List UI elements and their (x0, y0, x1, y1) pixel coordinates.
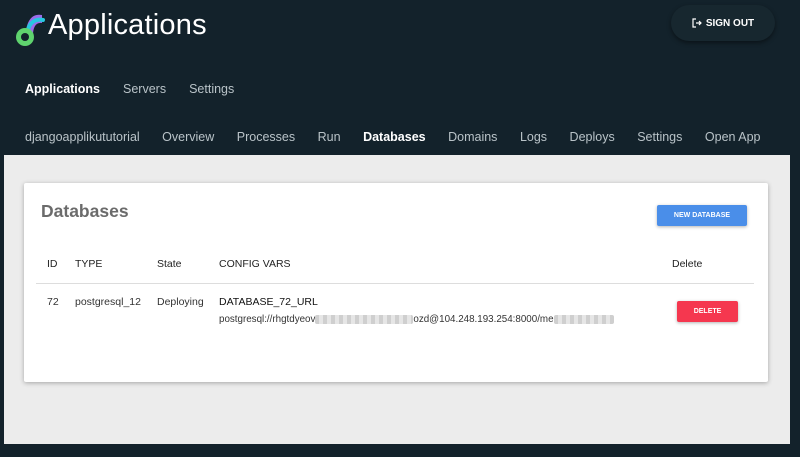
app-nav-item-domains[interactable]: Domains (448, 130, 497, 144)
cell-type: postgresql_12 (75, 296, 141, 308)
app-nav-item-open-app[interactable]: Open App (705, 130, 761, 144)
table-divider (36, 283, 754, 284)
app-nav-item-processes[interactable]: Processes (237, 130, 295, 144)
sign-out-label: SIGN OUT (705, 17, 755, 29)
column-header-delete: Delete (672, 258, 703, 270)
nav-item-applications[interactable]: Applications (25, 82, 100, 96)
page-title: Applications (48, 9, 207, 41)
databases-card: Databases NEW DATABASE ID TYPE State CON… (24, 183, 768, 382)
config-var-value-start: postgresql://rhgtdyeov (219, 314, 316, 325)
exit-icon (692, 18, 702, 28)
delete-database-button[interactable]: DELETE (677, 301, 738, 322)
sign-out-button[interactable]: SIGN OUT (671, 5, 775, 41)
app-nav-item-overview[interactable]: Overview (162, 130, 214, 144)
nav-item-settings[interactable]: Settings (189, 82, 234, 96)
app-nav-item-app-name[interactable]: djangoapplikututorial (25, 130, 140, 144)
app-nav-item-run[interactable]: Run (318, 130, 341, 144)
app-nav-item-databases[interactable]: Databases (363, 130, 426, 144)
column-header-state: State (157, 258, 182, 270)
column-header-type: TYPE (75, 258, 103, 270)
app-nav-item-settings[interactable]: Settings (637, 130, 682, 144)
applikube-logo-icon (16, 14, 45, 46)
app-nav-item-deploys[interactable]: Deploys (570, 130, 615, 144)
app-nav-item-logs[interactable]: Logs (520, 130, 547, 144)
new-database-button[interactable]: NEW DATABASE (657, 205, 747, 226)
redacted-text (315, 314, 414, 324)
redacted-text (553, 314, 614, 324)
config-var-value: postgresql://rhgtdyeov ozd@104.248.193.25… (219, 314, 614, 325)
config-var-name: DATABASE_72_URL (219, 296, 318, 308)
databases-title: Databases (41, 201, 129, 221)
cell-state: Deploying (157, 296, 204, 308)
column-header-config-vars: CONFIG VARS (219, 258, 291, 270)
main-nav: Applications Servers Settings (25, 82, 234, 96)
content-area: Databases NEW DATABASE ID TYPE State CON… (4, 155, 790, 444)
app-nav: djangoapplikututorial Overview Processes… (25, 130, 783, 144)
column-header-id: ID (47, 258, 58, 270)
cell-id: 72 (47, 296, 59, 308)
nav-item-servers[interactable]: Servers (123, 82, 166, 96)
config-var-value-mid: ozd@104.248.193.254:8000/me (413, 314, 554, 325)
